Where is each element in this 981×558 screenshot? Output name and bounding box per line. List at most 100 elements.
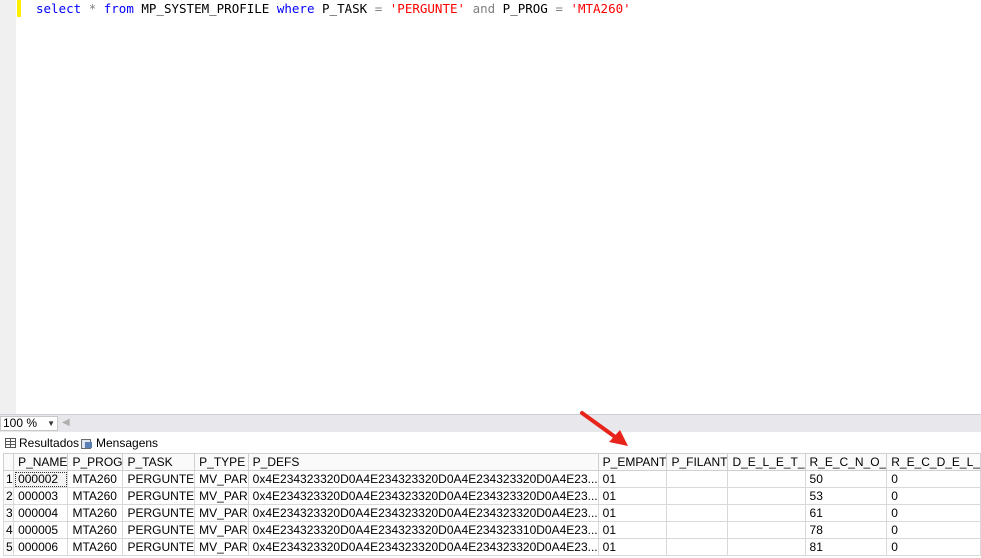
horizontal-scrollbar[interactable] xyxy=(76,418,976,429)
row-number[interactable]: 2 xyxy=(2,487,15,505)
column-header[interactable]: P_DEFS xyxy=(247,453,599,471)
table-cell[interactable] xyxy=(666,470,729,488)
table-cell[interactable]: 0x4E234323320D0A4E234323320D0A4E23432332… xyxy=(247,538,599,556)
tab-results-label: Resultados xyxy=(19,436,80,450)
row-number[interactable]: 1 xyxy=(2,470,15,488)
table-cell[interactable]: 0 xyxy=(886,504,981,522)
table-cell[interactable]: MV_PAR xyxy=(194,470,249,488)
table-cell[interactable]: 81 xyxy=(804,538,888,556)
column-header[interactable]: P_TASK xyxy=(122,453,196,471)
sql-query-line[interactable]: select * from MP_SYSTEM_PROFILE where P_… xyxy=(36,1,631,16)
table-cell[interactable] xyxy=(727,521,806,539)
table-cell[interactable] xyxy=(666,504,729,522)
table-cell[interactable]: 01 xyxy=(597,521,668,539)
table-cell[interactable]: PERGUNTE xyxy=(122,504,196,522)
table-cell[interactable]: 01 xyxy=(597,487,668,505)
table-cell[interactable]: 000005 xyxy=(13,521,69,539)
sql-token: MP_SYSTEM_PROFILE xyxy=(133,1,277,16)
row-number-header[interactable] xyxy=(2,453,15,471)
table-cell[interactable]: MV_PAR xyxy=(194,538,249,556)
table-cell[interactable]: 50 xyxy=(804,470,888,488)
table-cell[interactable]: 000003 xyxy=(13,487,69,505)
column-header[interactable]: P_TYPE xyxy=(194,453,249,471)
table-cell[interactable]: MTA260 xyxy=(67,538,124,556)
column-header[interactable]: D_E_L_E_T_ xyxy=(727,453,806,471)
table-cell[interactable]: 0x4E234323320D0A4E234323320D0A4E23432331… xyxy=(247,521,599,539)
table-cell[interactable]: 000004 xyxy=(13,504,69,522)
column-header[interactable]: P_FILANT xyxy=(666,453,729,471)
column-header[interactable]: P_EMPANT xyxy=(597,453,668,471)
column-header[interactable]: P_NAME xyxy=(13,453,69,471)
table-row[interactable]: 1 000002 MTA260 PERGUNTE MV_PAR 0x4E234323320… xyxy=(2,470,981,488)
table-cell[interactable]: 01 xyxy=(597,470,668,488)
table-cell[interactable]: 0x4E234323320D0A4E234323320D0A4E23432332… xyxy=(247,487,599,505)
table-cell[interactable]: 0 xyxy=(886,538,981,556)
tab-messages[interactable]: Mensagens xyxy=(78,435,162,451)
row-number[interactable]: 5 xyxy=(2,538,15,556)
table-cell[interactable]: MTA260 xyxy=(67,521,124,539)
table-cell[interactable]: MV_PAR xyxy=(194,521,249,539)
column-header[interactable]: P_PROG xyxy=(67,453,124,471)
editor-status-bar: 100 % ▼ ◀ xyxy=(0,414,981,432)
table-cell[interactable]: 78 xyxy=(804,521,888,539)
row-number[interactable]: 3 xyxy=(2,504,15,522)
tab-results[interactable]: Resultados xyxy=(2,435,84,451)
table-row[interactable]: 4 000005 MTA260 PERGUNTE MV_PAR 0x4E234323320… xyxy=(2,521,981,539)
table-cell[interactable]: MTA260 xyxy=(67,487,124,505)
column-header[interactable]: R_E_C_D_E_L_ xyxy=(886,453,981,471)
tab-messages-label: Mensagens xyxy=(96,436,159,450)
table-row[interactable]: 3 000004 MTA260 PERGUNTE MV_PAR 0x4E234323320… xyxy=(2,504,981,522)
sql-token: 'MTA260' xyxy=(570,1,631,16)
red-arrow-annotation xyxy=(580,411,628,446)
table-cell[interactable]: PERGUNTE xyxy=(122,538,196,556)
table-row[interactable]: 2 000003 MTA260 PERGUNTE MV_PAR 0x4E234323320… xyxy=(2,487,981,505)
table-cell[interactable]: MTA260 xyxy=(67,504,124,522)
table-cell[interactable] xyxy=(727,538,806,556)
table-cell[interactable]: 01 xyxy=(597,538,668,556)
table-row[interactable]: 5 000006 MTA260 PERGUNTE MV_PAR 0x4E234323320… xyxy=(2,538,981,556)
column-header[interactable]: R_E_C_N_O_ xyxy=(804,453,888,471)
query-editor[interactable]: select * from MP_SYSTEM_PROFILE where P_… xyxy=(0,0,981,414)
table-cell[interactable]: 0 xyxy=(886,470,981,488)
table-cell[interactable]: 61 xyxy=(804,504,888,522)
sql-token: select xyxy=(36,1,82,16)
results-grid[interactable]: P_NAME P_PROG P_TASK P_TYPE P_DEFS P_EMPANT P_… xyxy=(2,453,981,556)
table-cell[interactable]: 0 xyxy=(886,521,981,539)
sql-token: = xyxy=(555,1,563,16)
sql-token: from xyxy=(103,1,134,16)
sql-token: 'PERGUNTE' xyxy=(389,1,466,16)
table-cell[interactable] xyxy=(666,538,729,556)
table-cell[interactable] xyxy=(666,521,729,539)
table-cell[interactable]: 0x4E234323320D0A4E234323320D0A4E23432332… xyxy=(247,504,599,522)
sql-token: P_PROG xyxy=(495,1,556,16)
sql-token: where xyxy=(276,1,315,16)
zoom-value: 100 % xyxy=(3,416,38,430)
grid-header-row: P_NAME P_PROG P_TASK P_TYPE P_DEFS P_EMPANT P_… xyxy=(2,453,981,471)
chevron-down-icon[interactable]: ▼ xyxy=(47,417,55,430)
table-cell[interactable] xyxy=(666,487,729,505)
table-cell[interactable]: MTA260 xyxy=(67,470,124,488)
table-cell[interactable]: 53 xyxy=(804,487,888,505)
table-cell[interactable]: MV_PAR xyxy=(194,487,249,505)
table-cell[interactable]: PERGUNTE xyxy=(122,487,196,505)
editor-gutter xyxy=(0,0,16,414)
sql-token: and xyxy=(472,1,496,16)
table-cell[interactable]: 000006 xyxy=(13,538,69,556)
table-cell[interactable] xyxy=(727,470,806,488)
table-cell[interactable]: PERGUNTE xyxy=(122,470,196,488)
scroll-left-icon[interactable]: ◀ xyxy=(62,417,70,428)
table-cell[interactable]: 01 xyxy=(597,504,668,522)
table-cell[interactable] xyxy=(727,504,806,522)
table-cell[interactable] xyxy=(727,487,806,505)
results-tabs: Resultados Mensagens xyxy=(0,433,981,453)
table-cell[interactable]: PERGUNTE xyxy=(122,521,196,539)
table-cell[interactable]: MV_PAR xyxy=(194,504,249,522)
table-cell[interactable]: 0x4E234323320D0A4E234323320D0A4E23432332… xyxy=(247,470,599,488)
table-cell[interactable]: 0 xyxy=(886,487,981,505)
change-indicator xyxy=(17,0,21,17)
zoom-select[interactable]: 100 % ▼ xyxy=(0,416,58,431)
row-number[interactable]: 4 xyxy=(2,521,15,539)
sql-token: P_TASK xyxy=(314,1,375,16)
table-cell[interactable]: 000002 xyxy=(13,470,69,488)
